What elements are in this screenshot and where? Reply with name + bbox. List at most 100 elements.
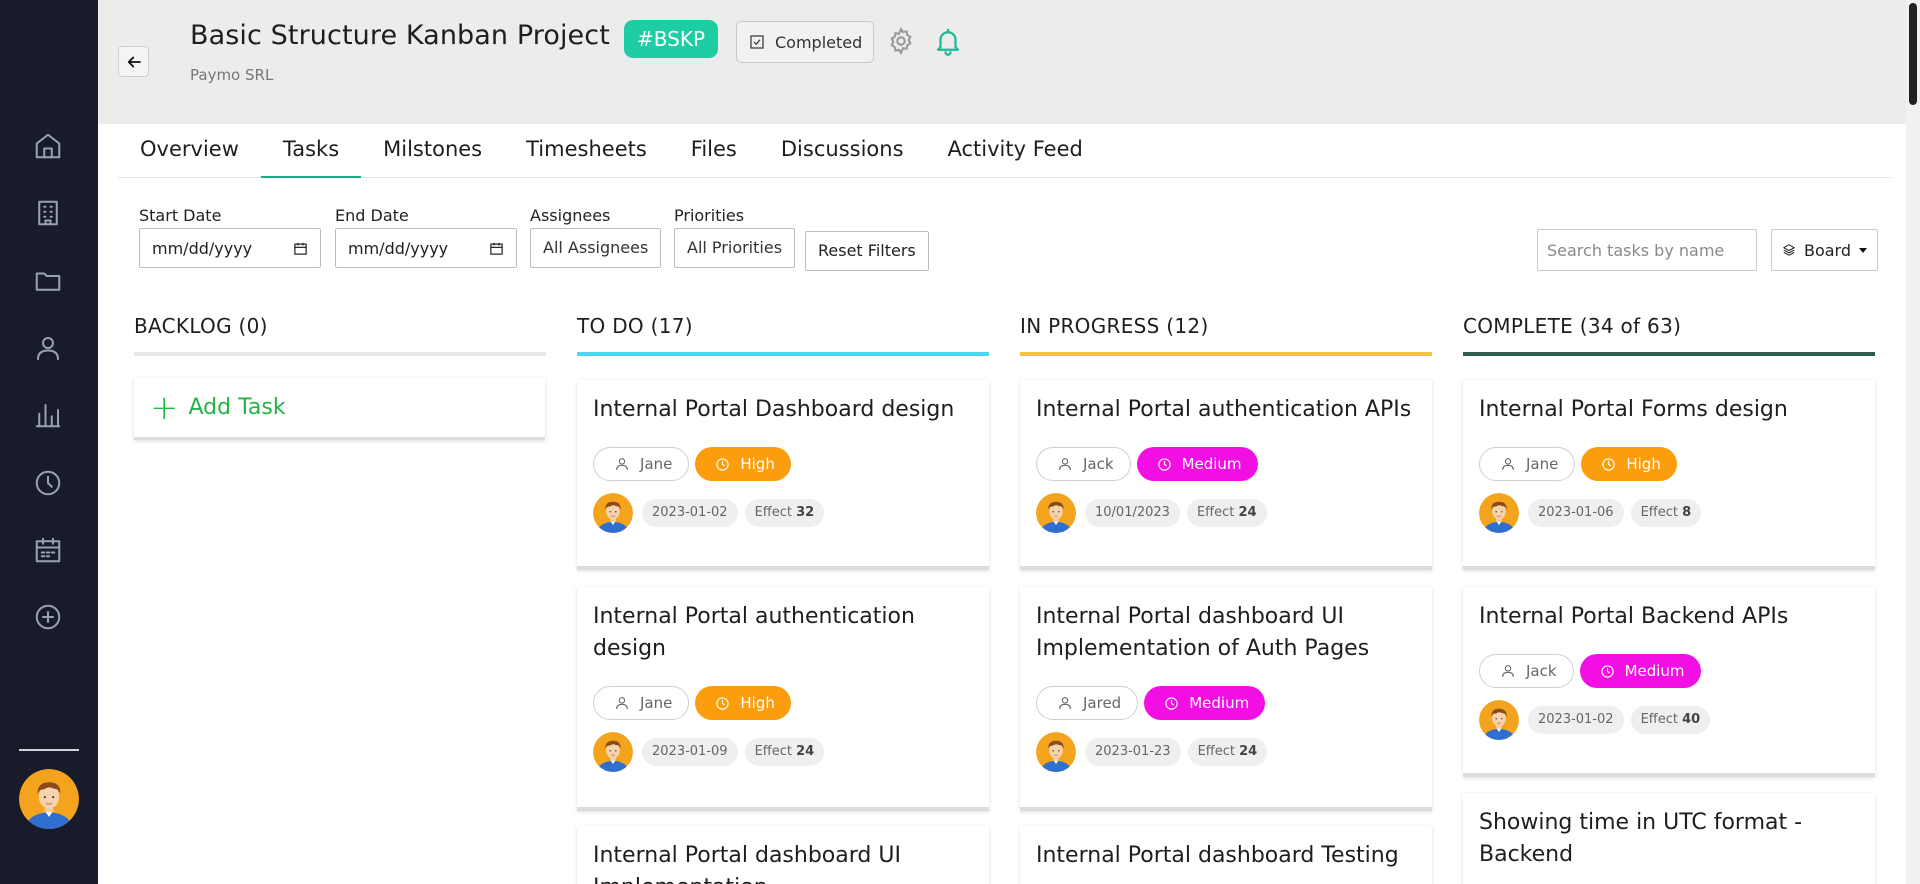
assignees-select[interactable]: All Assignees	[530, 228, 662, 268]
assignee-name: Jared	[1083, 694, 1122, 712]
folder-icon[interactable]	[31, 264, 65, 298]
user-avatar[interactable]	[19, 769, 79, 829]
back-button[interactable]	[118, 46, 149, 77]
assignee-chip[interactable]: Jane	[593, 686, 690, 720]
building-icon[interactable]	[31, 196, 65, 230]
priority-chip[interactable]: Medium	[1579, 654, 1701, 688]
page-title: Basic Structure Kanban Project	[190, 20, 610, 51]
bar-chart-icon[interactable]	[31, 398, 65, 432]
avatar	[1036, 732, 1076, 772]
tab-files[interactable]: Files	[669, 124, 759, 178]
start-date-input[interactable]: mm/dd/yyyy	[139, 228, 321, 268]
clock-icon	[716, 457, 730, 471]
task-meta: 2023-01-06 Effect 8	[1479, 493, 1702, 533]
priority-chip[interactable]: High	[695, 686, 791, 720]
task-date: 2023-01-09	[642, 738, 738, 766]
task-card[interactable]: Internal Portal Backend APIs Jack Medium…	[1463, 587, 1875, 777]
end-date-input[interactable]: mm/dd/yyyy	[335, 228, 517, 268]
assignee-chip[interactable]: Jack	[1479, 654, 1574, 688]
tab-milestones[interactable]: Milstones	[361, 124, 504, 178]
clock-icon	[1157, 457, 1171, 471]
tab-timesheets[interactable]: Timesheets	[504, 124, 669, 178]
chevron-down-icon	[1859, 247, 1867, 253]
task-chips: Jane High	[1479, 447, 1677, 481]
column-title-backlog: BACKLOG (0)	[134, 314, 268, 338]
task-date: 2023-01-02	[1528, 706, 1624, 734]
task-effect: Effect 24	[1186, 499, 1267, 527]
task-card[interactable]: Internal Portal dashboard UI Implementat…	[1020, 587, 1432, 811]
sidebar	[0, 0, 98, 884]
sidebar-divider	[19, 749, 79, 751]
tab-activity-feed[interactable]: Activity Feed	[926, 124, 1105, 178]
view-toggle-button[interactable]: Board	[1771, 229, 1878, 271]
search-input[interactable]	[1537, 229, 1757, 271]
add-circle-icon[interactable]	[31, 600, 65, 634]
reset-filters-button[interactable]: Reset Filters	[805, 231, 929, 271]
avatar	[1479, 493, 1519, 533]
task-title: Internal Portal Forms design	[1479, 397, 1788, 422]
assignee-chip[interactable]: Jane	[1479, 447, 1576, 481]
add-task-label: Add Task	[188, 395, 286, 420]
assignees-filter: Assignees All Assignees	[530, 206, 662, 268]
project-header: Basic Structure Kanban Project #BSKP Com…	[98, 0, 1920, 124]
home-icon[interactable]	[31, 129, 65, 163]
assignee-name: Jane	[1526, 455, 1559, 473]
layers-icon	[1783, 244, 1795, 256]
assignee-chip[interactable]: Jane	[593, 447, 690, 481]
tab-overview[interactable]: Overview	[118, 124, 261, 178]
clock-icon[interactable]	[31, 466, 65, 500]
priority-chip[interactable]: High	[695, 447, 791, 481]
gear-icon[interactable]	[886, 26, 916, 56]
user-icon	[1059, 697, 1071, 710]
task-chips: Jane High	[593, 686, 791, 720]
column-bar-complete	[1463, 352, 1875, 356]
tab-tasks[interactable]: Tasks	[260, 124, 362, 178]
task-title: Internal Portal Dashboard design	[593, 397, 955, 422]
assignee-name: Jane	[640, 455, 673, 473]
end-date-filter: End Date mm/dd/yyyy	[335, 206, 517, 268]
column-title-in-progress: IN PROGRESS (12)	[1020, 314, 1209, 338]
priority-chip[interactable]: Medium	[1136, 447, 1258, 481]
task-meta: 2023-01-02 Effect 32	[593, 493, 825, 533]
task-card[interactable]: Showing time in UTC format - Backend	[1463, 793, 1875, 884]
priorities-select[interactable]: All Priorities	[674, 228, 796, 268]
task-date: 2023-01-23	[1085, 738, 1181, 766]
start-date-filter: Start Date mm/dd/yyyy	[139, 206, 321, 268]
scrollbar[interactable]	[1906, 0, 1920, 884]
priority-label: High	[740, 455, 775, 473]
calendar-icon[interactable]	[31, 533, 65, 567]
task-chips: Jack Medium	[1036, 447, 1258, 481]
user-icon	[616, 697, 628, 710]
clock-icon	[1600, 664, 1614, 678]
user-icon	[616, 458, 628, 471]
task-card[interactable]: Internal Portal dashboard Testing	[1020, 826, 1432, 884]
calendar-icon	[490, 242, 503, 255]
user-icon[interactable]	[31, 331, 65, 365]
assignee-chip[interactable]: Jared	[1036, 686, 1139, 720]
task-meta: 10/01/2023 Effect 24	[1036, 493, 1267, 533]
add-task-button[interactable]: + Add Task	[134, 378, 545, 440]
avatar	[593, 732, 633, 772]
status-label: Completed	[775, 32, 863, 52]
bell-icon[interactable]	[933, 26, 963, 56]
status-button[interactable]: Completed	[736, 21, 875, 63]
avatar	[593, 493, 633, 533]
priority-label: Medium	[1624, 662, 1685, 680]
task-meta: 2023-01-02 Effect 40	[1479, 700, 1711, 740]
assignee-chip[interactable]: Jack	[1036, 447, 1131, 481]
task-title: Internal Portal authentication design	[593, 604, 915, 661]
task-card[interactable]: Internal Portal authentication APIs Jack…	[1020, 380, 1432, 570]
column-bar-backlog	[134, 352, 546, 356]
project-tabs: Overview Tasks Milstones Timesheets File…	[118, 124, 1891, 178]
project-code-badge: #BSKP	[624, 20, 718, 58]
checkbox-icon	[750, 35, 764, 49]
priority-chip[interactable]: Medium	[1144, 686, 1266, 720]
arrow-left-icon	[127, 56, 141, 67]
tab-discussions[interactable]: Discussions	[759, 124, 926, 178]
scrollbar-thumb[interactable]	[1909, 3, 1917, 105]
task-card[interactable]: Internal Portal Dashboard design Jane Hi…	[577, 380, 989, 570]
task-card[interactable]: Internal Portal authentication design Ja…	[577, 587, 989, 811]
task-card[interactable]: Internal Portal dashboard UI Implementat…	[577, 826, 989, 884]
task-card[interactable]: Internal Portal Forms design Jane High 2…	[1463, 380, 1875, 570]
priority-chip[interactable]: High	[1581, 447, 1677, 481]
